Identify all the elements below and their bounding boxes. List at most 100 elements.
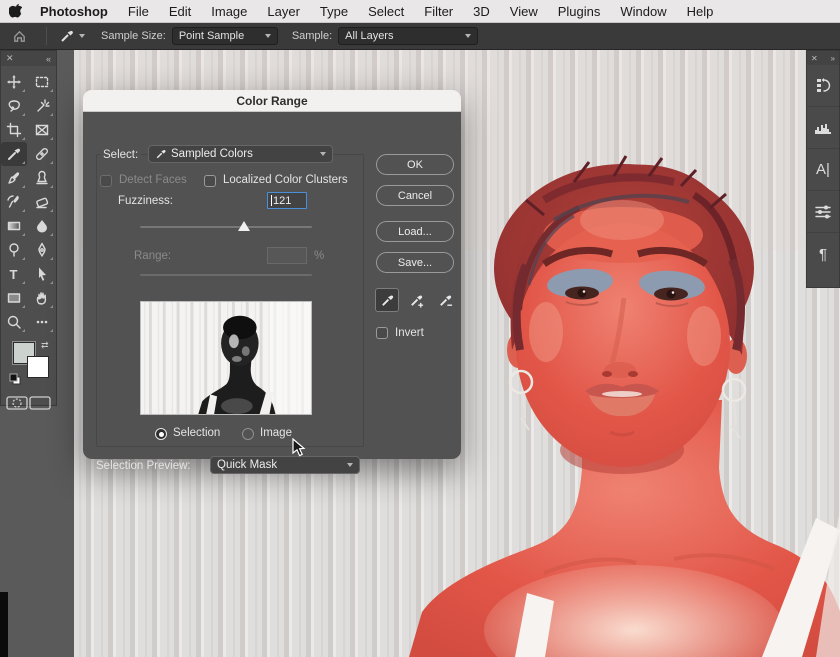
selection-preview-thumbnail[interactable]	[140, 301, 312, 415]
select-value: Sampled Colors	[171, 148, 253, 160]
image-radio[interactable]	[242, 428, 254, 440]
fuzziness-input[interactable]: 121	[267, 192, 307, 209]
close-icon[interactable]: ✕	[6, 53, 14, 64]
home-icon[interactable]	[0, 29, 38, 44]
paragraph-panel-icon[interactable]: ¶	[807, 233, 839, 275]
history-panel-icon[interactable]	[807, 65, 839, 107]
frame-tool[interactable]	[29, 118, 55, 142]
sample-eyedropper-button[interactable]	[375, 288, 399, 312]
menu-edit[interactable]: Edit	[159, 0, 201, 23]
chevron-down-icon	[265, 34, 271, 38]
add-to-sample-eyedropper-button[interactable]	[404, 288, 428, 312]
dialog-title-bar[interactable]: Color Range	[83, 90, 461, 112]
edit-toolbar-icon[interactable]	[29, 310, 55, 334]
selection-preview-dropdown[interactable]: Quick Mask	[210, 456, 360, 474]
tools-panel-header: ✕ «	[1, 51, 56, 66]
sample-size-dropdown[interactable]: Point Sample	[172, 27, 278, 45]
invert-checkbox[interactable]	[376, 327, 388, 339]
crop-tool[interactable]	[1, 118, 27, 142]
window-edge	[0, 592, 8, 657]
close-icon[interactable]: ✕	[811, 54, 818, 63]
cancel-button[interactable]: Cancel	[376, 185, 454, 206]
save-button[interactable]: Save...	[376, 252, 454, 273]
eraser-tool[interactable]	[29, 190, 55, 214]
range-unit: %	[314, 250, 324, 262]
default-colors-icon[interactable]	[9, 372, 21, 390]
sample-value: All Layers	[345, 30, 393, 42]
fuzziness-label: Fuzziness:	[118, 195, 173, 207]
character-panel-icon[interactable]: A|	[807, 149, 839, 191]
dodge-tool[interactable]	[1, 238, 27, 262]
dialog-title: Color Range	[236, 94, 307, 108]
fuzziness-slider-thumb[interactable]	[238, 221, 250, 231]
localized-color-clusters-checkbox[interactable]	[204, 175, 216, 187]
text-caret	[271, 195, 272, 206]
tool-preset-eyedropper[interactable]	[55, 28, 89, 44]
marquee-tool[interactable]	[29, 70, 55, 94]
healing-brush-tool[interactable]	[29, 142, 55, 166]
sample-dropdown[interactable]: All Layers	[338, 27, 478, 45]
menu-window[interactable]: Window	[610, 0, 676, 23]
lasso-tool[interactable]	[1, 94, 27, 118]
detect-faces-label: Detect Faces	[119, 174, 187, 186]
brush-tool[interactable]	[1, 166, 27, 190]
fuzziness-slider-track[interactable]	[140, 226, 312, 228]
background-color-swatch[interactable]	[27, 356, 49, 378]
menu-select[interactable]: Select	[358, 0, 414, 23]
blur-tool[interactable]	[29, 214, 55, 238]
menu-layer[interactable]: Layer	[257, 0, 310, 23]
color-range-dialog: Color Range Select: Sampled Colors Detec…	[83, 90, 461, 459]
menu-view[interactable]: View	[500, 0, 548, 23]
options-bar: Sample Size: Point Sample Sample: All La…	[0, 23, 840, 50]
expand-icon[interactable]: »	[831, 54, 835, 63]
load-button[interactable]: Load...	[376, 221, 454, 242]
gradient-tool[interactable]	[1, 214, 27, 238]
subtract-from-sample-eyedropper-button[interactable]	[433, 288, 457, 312]
tools-panel: ✕ « T ⇄	[0, 50, 57, 406]
chevron-down-icon	[465, 34, 471, 38]
quick-mask-mode-button[interactable]	[6, 396, 28, 415]
menu-file[interactable]: File	[118, 0, 159, 23]
collapse-icon[interactable]: «	[46, 54, 51, 64]
hand-tool[interactable]	[29, 286, 55, 310]
properties-panel-icon[interactable]	[807, 191, 839, 233]
chevron-down-icon	[79, 34, 85, 38]
magic-wand-tool[interactable]	[29, 94, 55, 118]
range-slider-track	[140, 274, 312, 276]
pen-tool[interactable]	[29, 238, 55, 262]
move-tool[interactable]	[1, 70, 27, 94]
eyedropper-icon	[155, 148, 167, 160]
menu-filter[interactable]: Filter	[414, 0, 463, 23]
type-tool[interactable]: T	[1, 262, 27, 286]
swap-colors-icon[interactable]: ⇄	[41, 340, 49, 351]
menu-image[interactable]: Image	[201, 0, 257, 23]
eyedropper-tool[interactable]	[1, 142, 27, 166]
apple-menu-icon[interactable]	[0, 4, 30, 19]
panel-dock-header: ✕ »	[807, 51, 839, 65]
dialog-body: Select: Sampled Colors Detect Faces Loca…	[83, 112, 461, 459]
chevron-down-icon	[347, 463, 353, 467]
history-brush-tool[interactable]	[1, 190, 27, 214]
rectangle-tool[interactable]	[1, 286, 27, 310]
image-radio-label: Image	[260, 427, 292, 439]
select-dropdown[interactable]: Sampled Colors	[148, 145, 333, 163]
menu-plugins[interactable]: Plugins	[548, 0, 611, 23]
chevron-down-icon	[320, 152, 326, 156]
menu-3d[interactable]: 3D	[463, 0, 500, 23]
histogram-panel-icon[interactable]	[807, 107, 839, 149]
menu-type[interactable]: Type	[310, 0, 358, 23]
ok-button[interactable]: OK	[376, 154, 454, 175]
selection-radio[interactable]	[155, 428, 167, 440]
detect-faces-checkbox	[100, 175, 112, 187]
path-select-tool[interactable]	[29, 262, 55, 286]
clone-stamp-tool[interactable]	[29, 166, 55, 190]
menu-photoshop[interactable]: Photoshop	[30, 0, 118, 23]
collapsed-panels-dock: ✕ » A| ¶	[806, 50, 840, 288]
menu-help[interactable]: Help	[677, 0, 724, 23]
sample-size-value: Point Sample	[179, 30, 244, 42]
screen-mode-button[interactable]	[29, 396, 51, 415]
selection-radio-label: Selection	[173, 427, 220, 439]
zoom-tool[interactable]	[1, 310, 27, 334]
range-input	[267, 247, 307, 264]
selection-preview-label: Selection Preview:	[96, 460, 191, 472]
